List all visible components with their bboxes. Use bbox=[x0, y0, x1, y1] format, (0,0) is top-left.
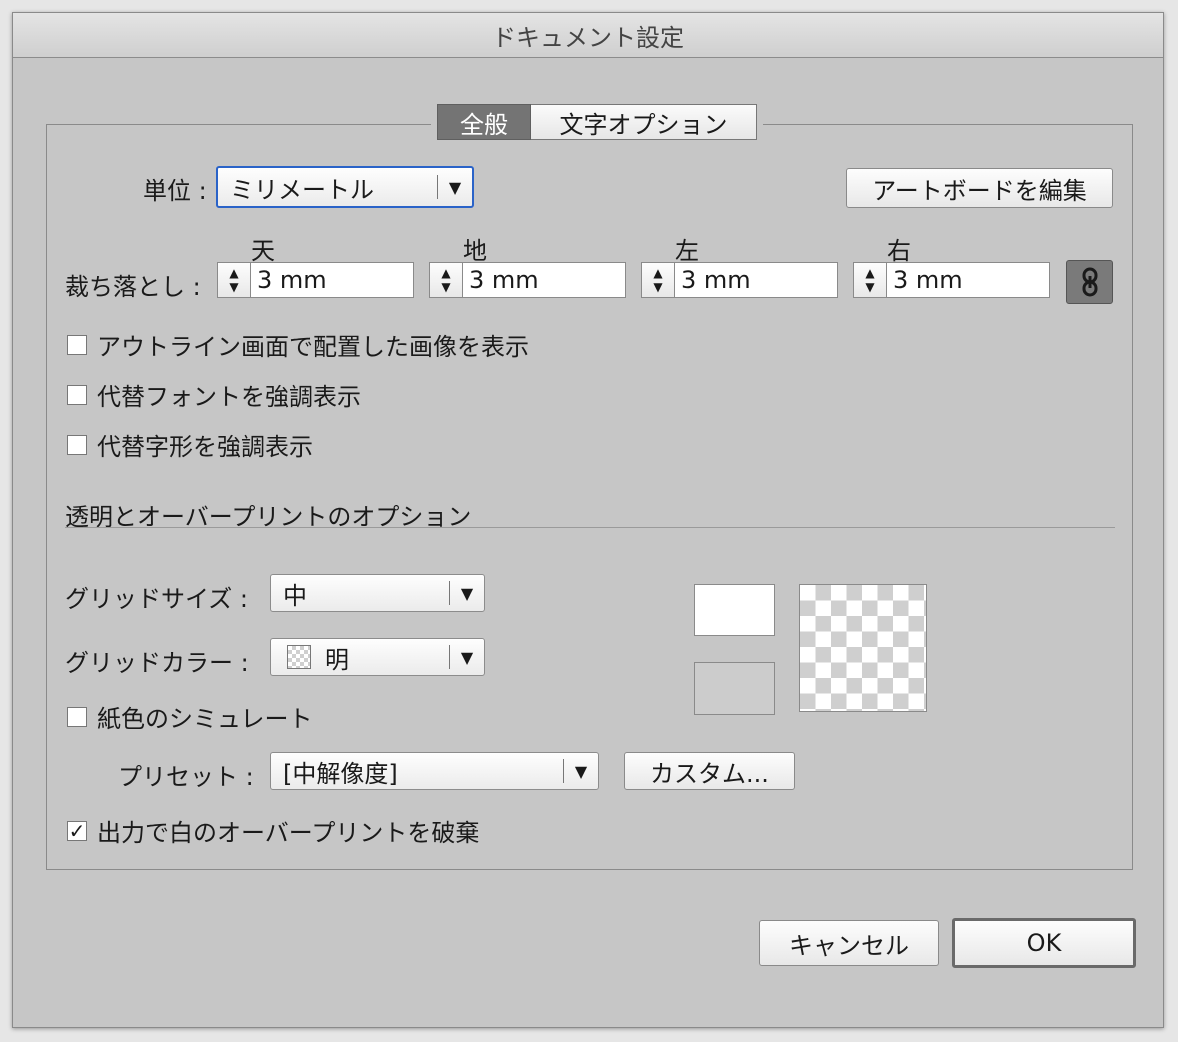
stepper-arrows-icon[interactable]: ▲ ▼ bbox=[641, 262, 675, 298]
grid-color-select[interactable]: 明 ▼ bbox=[270, 638, 485, 676]
checkbox[interactable] bbox=[67, 334, 87, 355]
window-title: ドキュメント設定 bbox=[13, 13, 1163, 58]
grid-color-value: 明 bbox=[325, 645, 349, 674]
bleed-header-left: 左 bbox=[675, 237, 699, 265]
dropdown-arrow-icon: ▼ bbox=[448, 177, 462, 197]
option-label: 代替字形を強調表示 bbox=[97, 433, 313, 461]
checkbox[interactable] bbox=[67, 706, 87, 727]
option-label: アウトライン画面で配置した画像を表示 bbox=[97, 333, 529, 361]
stepper-arrows-icon[interactable]: ▲ ▼ bbox=[853, 262, 887, 298]
checkerboard-swatch-icon bbox=[287, 645, 311, 669]
units-select[interactable]: ミリメートル ▼ bbox=[216, 166, 474, 208]
grid-size-label: グリッドサイズ : bbox=[65, 585, 248, 613]
edit-artboard-button[interactable]: アートボードを編集 bbox=[846, 168, 1113, 208]
dropdown-arrow-icon: ▼ bbox=[574, 761, 588, 781]
bleed-header-top: 天 bbox=[251, 237, 275, 265]
paper-simulation-option[interactable]: 紙色のシミュレート bbox=[67, 699, 313, 734]
bleed-bottom-input[interactable]: 3 mm bbox=[463, 262, 626, 298]
bleed-right-stepper[interactable]: ▲ ▼ 3 mm bbox=[853, 262, 1050, 298]
units-value: ミリメートル bbox=[230, 175, 374, 204]
bleed-top-stepper[interactable]: ▲ ▼ 3 mm bbox=[217, 262, 414, 298]
grid-color-label: グリッドカラー : bbox=[65, 649, 249, 677]
checkbox-checked[interactable]: ✓ bbox=[67, 820, 87, 841]
tab-text-options[interactable]: 文字オプション bbox=[531, 104, 757, 140]
units-label: 単位 : bbox=[143, 177, 207, 205]
bleed-label: 裁ち落とし : bbox=[65, 273, 201, 301]
cancel-button[interactable]: キャンセル bbox=[759, 920, 939, 966]
tab-general[interactable]: 全般 bbox=[437, 104, 531, 140]
preset-select[interactable]: [中解像度] ▼ bbox=[270, 752, 599, 790]
link-bleed-button[interactable] bbox=[1066, 260, 1113, 304]
bleed-header-bottom: 地 bbox=[463, 237, 487, 265]
paper-color-swatch-gray[interactable] bbox=[694, 662, 775, 715]
checkbox[interactable] bbox=[67, 384, 87, 405]
bleed-top-input[interactable]: 3 mm bbox=[251, 262, 414, 298]
bleed-header-right: 右 bbox=[887, 237, 911, 265]
paper-color-swatch-white[interactable] bbox=[694, 584, 775, 636]
stepper-arrows-icon[interactable]: ▲ ▼ bbox=[217, 262, 251, 298]
option-highlight-glyphs[interactable]: 代替字形を強調表示 bbox=[67, 427, 313, 462]
bleed-bottom-stepper[interactable]: ▲ ▼ 3 mm bbox=[429, 262, 626, 298]
document-setup-dialog: ドキュメント設定 全般 文字オプション 単位 : ミリメートル ▼ アートボード… bbox=[12, 12, 1164, 1028]
dropdown-arrow-icon: ▼ bbox=[460, 647, 474, 667]
bleed-right-input[interactable]: 3 mm bbox=[887, 262, 1050, 298]
transparency-grid-preview bbox=[799, 584, 927, 712]
preset-label: プリセット : bbox=[118, 763, 254, 791]
checkbox[interactable] bbox=[67, 434, 87, 455]
section-divider bbox=[65, 527, 1115, 528]
option-label: 出力で白のオーバープリントを破棄 bbox=[97, 819, 480, 847]
stepper-arrows-icon[interactable]: ▲ ▼ bbox=[429, 262, 463, 298]
option-label: 紙色のシミュレート bbox=[97, 705, 313, 733]
option-outline-images[interactable]: アウトライン画面で配置した画像を表示 bbox=[67, 327, 529, 362]
ok-button[interactable]: OK bbox=[952, 918, 1136, 968]
grid-size-select[interactable]: 中 ▼ bbox=[270, 574, 485, 612]
option-highlight-fonts[interactable]: 代替フォントを強調表示 bbox=[67, 377, 361, 412]
option-label: 代替フォントを強調表示 bbox=[97, 383, 361, 411]
custom-button[interactable]: カスタム... bbox=[624, 752, 795, 790]
discard-white-overprint-option[interactable]: ✓ 出力で白のオーバープリントを破棄 bbox=[67, 813, 479, 848]
tab-bar: 全般 文字オプション bbox=[431, 104, 763, 142]
dropdown-arrow-icon: ▼ bbox=[460, 583, 474, 603]
chain-link-icon bbox=[1082, 267, 1097, 297]
bleed-left-stepper[interactable]: ▲ ▼ 3 mm bbox=[641, 262, 838, 298]
bleed-left-input[interactable]: 3 mm bbox=[675, 262, 838, 298]
grid-size-value: 中 bbox=[283, 581, 307, 610]
preset-value: [中解像度] bbox=[283, 759, 398, 788]
